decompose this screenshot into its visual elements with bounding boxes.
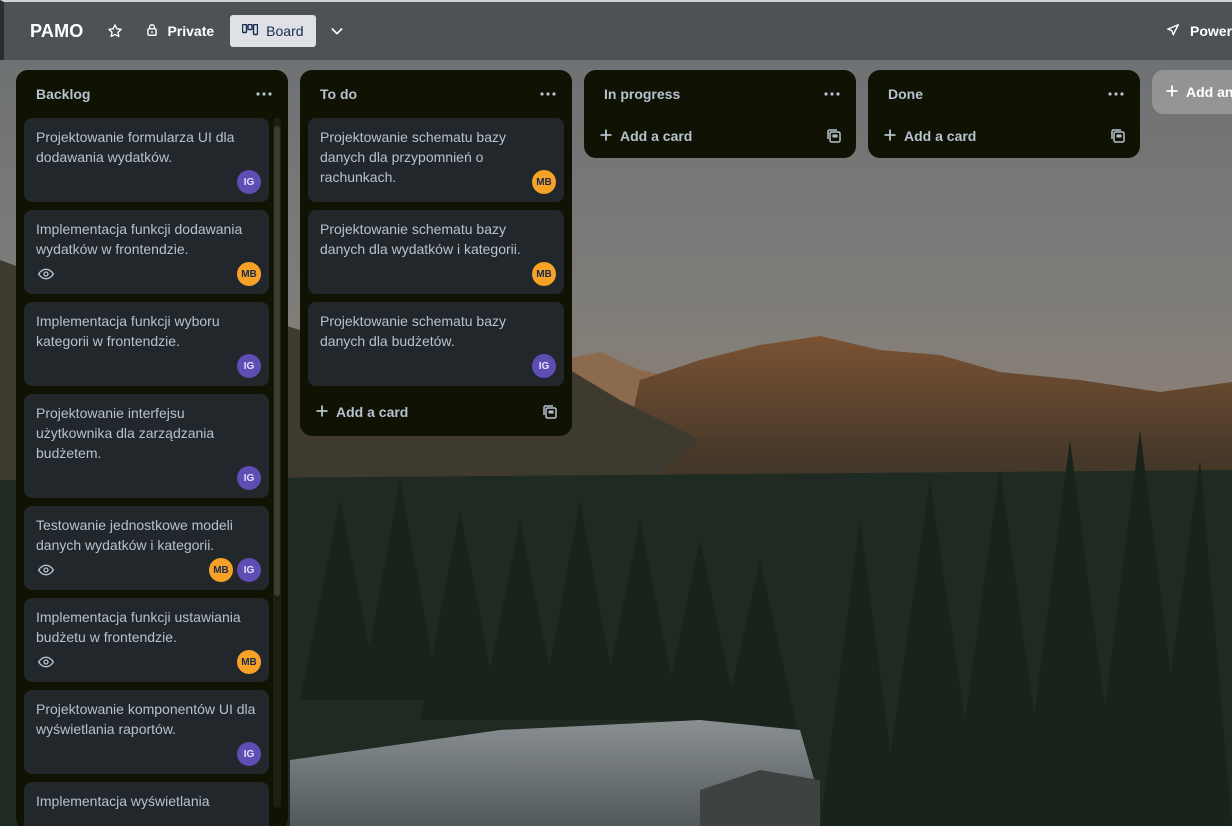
card-title: Projektowanie interfejsu użytkownika dla… [36, 405, 215, 461]
list-done: Done Add a card [868, 70, 1140, 158]
card-title: Testowanie jednostkowe modeli danych wyd… [36, 517, 233, 553]
card[interactable]: Testowanie jednostkowe modeli danych wyd… [24, 506, 269, 590]
card-title: Implementacja funkcji dodawania wydatków… [36, 221, 243, 257]
plus-icon [600, 128, 612, 144]
card-title: Projektowanie schematu bazy danych dla w… [320, 221, 521, 257]
card-footer: IG [36, 354, 261, 378]
card-title: Implementacja funkcji wyboru kategorii w… [36, 313, 220, 349]
power-ups-button[interactable]: Power-ups [1166, 2, 1232, 60]
visibility-button[interactable]: Private [141, 15, 218, 47]
rocket-icon [1166, 23, 1180, 40]
add-card-button[interactable]: Add a card [300, 394, 572, 430]
board-view-icon [241, 23, 259, 39]
avatar[interactable]: IG [237, 354, 261, 378]
avatar[interactable]: MB [237, 650, 261, 674]
list-title[interactable]: To do [320, 86, 357, 102]
card[interactable]: Projektowanie schematu bazy danych dla w… [308, 210, 564, 294]
lock-icon [145, 23, 159, 40]
card[interactable]: Projektowanie komponentów UI dla wyświet… [24, 690, 269, 774]
add-card-button[interactable]: Add a card [584, 118, 856, 154]
list-title[interactable]: Done [888, 86, 923, 102]
avatar[interactable]: MB [532, 170, 556, 194]
add-card-button[interactable]: Add a card [868, 118, 1140, 154]
avatar[interactable]: IG [237, 742, 261, 766]
avatar[interactable]: IG [237, 466, 261, 490]
card-footer: MB [36, 262, 261, 286]
card-template-icon[interactable] [540, 402, 560, 422]
card-title: Projektowanie formularza UI dla dodawani… [36, 129, 235, 165]
eye-icon [36, 652, 56, 672]
card-title: Projektowanie schematu bazy danych dla b… [320, 313, 506, 349]
add-card-label: Add a card [336, 404, 409, 420]
card-footer: MB [36, 650, 261, 674]
card-footer: IG [320, 354, 556, 378]
avatar[interactable]: IG [237, 558, 261, 582]
card[interactable]: Implementacja funkcji wyboru kategorii w… [24, 302, 269, 386]
add-card-label: Add a card [904, 128, 977, 144]
card-title: Implementacja funkcji ustawiania budżetu… [36, 609, 241, 645]
card[interactable]: Implementacja wyświetlania [24, 782, 269, 826]
list-header: Done [868, 70, 1140, 118]
card-footer: IG [36, 742, 261, 766]
list-title[interactable]: Backlog [36, 86, 90, 102]
add-list-label: Add another list [1186, 84, 1232, 100]
card-footer: MB [320, 262, 556, 286]
power-ups-label: Power-ups [1190, 23, 1232, 39]
card-footer: MB IG [36, 558, 261, 582]
more-icon[interactable] [820, 82, 844, 106]
card[interactable]: Projektowanie formularza UI dla dodawani… [24, 118, 269, 202]
card-template-icon[interactable] [824, 126, 844, 146]
card-title: Implementacja wyświetlania [36, 793, 210, 809]
card-template-icon[interactable] [1108, 126, 1128, 146]
list-header: Backlog [16, 70, 288, 118]
avatar[interactable]: MB [209, 558, 233, 582]
board-view-button[interactable]: Board [230, 15, 316, 47]
card[interactable]: Implementacja funkcji dodawania wydatków… [24, 210, 269, 294]
list-header: In progress [584, 70, 856, 118]
more-icon[interactable] [252, 82, 276, 106]
visibility-label: Private [167, 23, 215, 39]
chevron-down-icon[interactable] [328, 22, 346, 40]
eye-icon [36, 264, 56, 284]
more-icon[interactable] [536, 82, 560, 106]
star-icon[interactable] [105, 21, 125, 41]
eye-icon [36, 560, 56, 580]
add-list-button[interactable]: Add another list [1152, 70, 1232, 114]
board-header: PAMO Private Board Power-ups [0, 0, 1232, 60]
more-icon[interactable] [1104, 82, 1128, 106]
board-view-label: Board [266, 23, 304, 39]
plus-icon [316, 404, 328, 420]
plus-icon [1166, 84, 1178, 100]
plus-icon [884, 128, 896, 144]
card[interactable]: Projektowanie schematu bazy danych dla p… [308, 118, 564, 202]
avatar[interactable]: IG [237, 170, 261, 194]
board-title[interactable]: PAMO [30, 21, 83, 42]
add-card-label: Add a card [620, 128, 693, 144]
card[interactable]: Projektowanie interfejsu użytkownika dla… [24, 394, 269, 498]
list-header: To do [300, 70, 572, 118]
card-footer: MB [320, 170, 556, 194]
list-scrollbar-thumb[interactable] [274, 126, 280, 596]
card-title: Projektowanie komponentów UI dla wyświet… [36, 701, 256, 737]
avatar[interactable]: MB [237, 262, 261, 286]
avatar[interactable]: IG [532, 354, 556, 378]
list-to-do: To do Projektowanie schematu bazy danych… [300, 70, 572, 436]
card[interactable]: Projektowanie schematu bazy danych dla b… [308, 302, 564, 386]
list-backlog: Backlog Projektowanie formularza UI dla … [16, 70, 288, 826]
avatar[interactable]: MB [532, 262, 556, 286]
card-footer: IG [36, 170, 261, 194]
list-title[interactable]: In progress [604, 86, 680, 102]
card[interactable]: Implementacja funkcji ustawiania budżetu… [24, 598, 269, 682]
card-footer: IG [36, 466, 261, 490]
list-in-progress: In progress Add a card [584, 70, 856, 158]
